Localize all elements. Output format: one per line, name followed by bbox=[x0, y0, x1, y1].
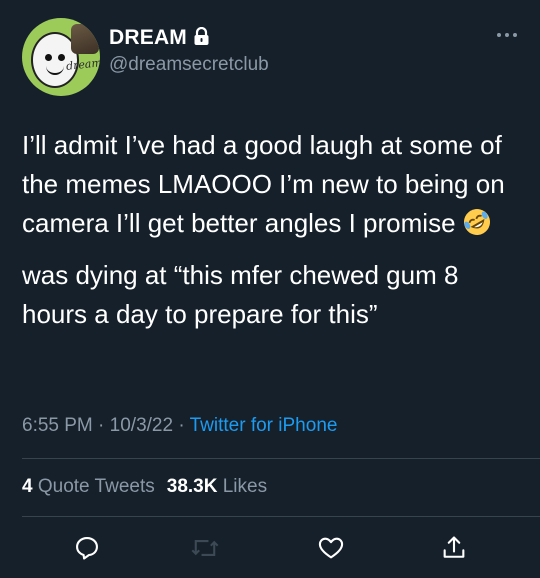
display-name-text: DREAM bbox=[109, 26, 187, 49]
share-button[interactable] bbox=[436, 530, 472, 566]
avatar-eye-right bbox=[58, 54, 65, 61]
avatar-eye-left bbox=[45, 54, 52, 61]
meta-separator: · bbox=[92, 415, 110, 436]
tweet-header: dream DREAM @dreamsecretclub bbox=[22, 18, 522, 98]
display-name[interactable]: DREAM bbox=[109, 26, 210, 50]
tweet-body: I’ll admit I’ve had a good laugh at some… bbox=[22, 126, 522, 334]
avatar-cat bbox=[71, 24, 99, 54]
tweet-paragraph-2: was dying at “this mfer chewed gum 8 hou… bbox=[22, 260, 459, 329]
tweet-source[interactable]: Twitter for iPhone bbox=[190, 415, 338, 436]
tweet-time[interactable]: 6:55 PM bbox=[22, 415, 93, 436]
divider bbox=[22, 458, 540, 459]
reply-button[interactable] bbox=[69, 530, 105, 566]
retweet-button[interactable] bbox=[187, 530, 223, 566]
avatar[interactable]: dream bbox=[22, 18, 100, 96]
like-icon bbox=[318, 537, 344, 559]
meta-separator: · bbox=[173, 415, 190, 436]
tweet-date[interactable]: 10/3/22 bbox=[110, 415, 173, 436]
divider bbox=[22, 516, 540, 517]
quote-tweets-link[interactable]: 4 Quote Tweets bbox=[22, 476, 155, 497]
like-button[interactable] bbox=[313, 530, 349, 566]
reply-icon bbox=[76, 537, 98, 560]
likes-link[interactable]: 38.3K Likes bbox=[167, 476, 267, 497]
retweet-icon bbox=[191, 540, 219, 556]
tweet-stats: 4 Quote Tweets 38.3K Likes bbox=[22, 476, 267, 498]
more-icon[interactable] bbox=[496, 22, 518, 43]
user-handle[interactable]: @dreamsecretclub bbox=[109, 54, 269, 76]
quote-count: 4 bbox=[22, 476, 33, 497]
avatar-mouth bbox=[46, 65, 64, 75]
tweet-paragraph-1: I’ll admit I’ve had a good laugh at some… bbox=[22, 126, 522, 243]
tweet-actions bbox=[0, 530, 540, 570]
lock-icon bbox=[194, 27, 209, 45]
tweet-meta: 6:55 PM · 10/3/22 · Twitter for iPhone bbox=[22, 415, 337, 437]
rofl-emoji-icon bbox=[463, 209, 490, 235]
like-label: Likes bbox=[222, 476, 268, 497]
like-count: 38.3K bbox=[166, 476, 218, 497]
tweet-text-1: I’ll admit I’ve had a good laugh at some… bbox=[22, 130, 505, 238]
avatar-text: dream bbox=[65, 56, 100, 73]
share-icon bbox=[443, 536, 465, 558]
quote-label: Quote Tweets bbox=[37, 476, 155, 497]
